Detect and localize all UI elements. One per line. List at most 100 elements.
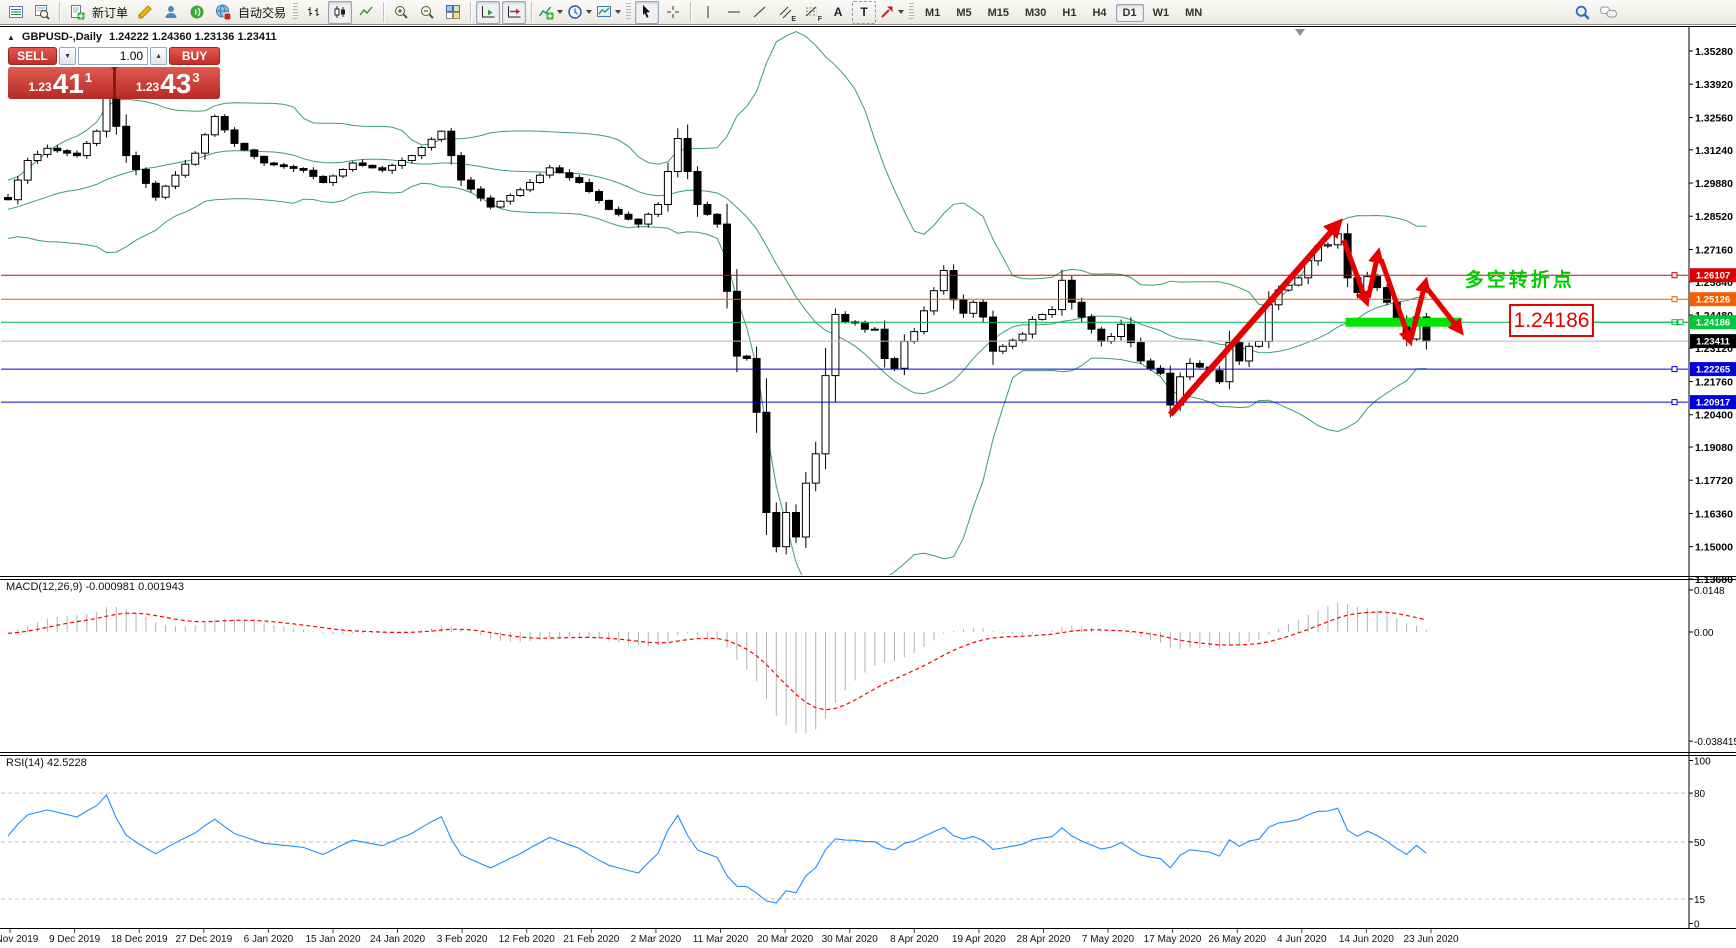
text-tool-button[interactable]: A <box>826 1 850 24</box>
candle <box>998 343 1007 354</box>
bollinger-middle-line <box>7 150 1427 395</box>
toolbar-grip <box>626 3 632 21</box>
indicators-icon <box>538 6 554 20</box>
metaeditor-button[interactable] <box>133 1 157 24</box>
chat-button[interactable] <box>1596 1 1620 24</box>
new-order-button[interactable] <box>65 1 89 24</box>
candle <box>1195 360 1204 369</box>
candle <box>240 142 249 152</box>
line-chart-icon <box>359 6 373 16</box>
x-axis-label: 21 Feb 2020 <box>563 934 620 945</box>
buy-button[interactable]: BUY <box>169 47 220 65</box>
x-axis-label: 27 Dec 2019 <box>175 934 232 945</box>
autotrading-label[interactable]: 自动交易 <box>238 4 286 21</box>
chevron-down-icon <box>557 10 564 14</box>
timeframe-button-D1[interactable]: D1 <box>1115 4 1144 22</box>
candlestick-chart-button[interactable] <box>328 0 353 24</box>
sell-button[interactable]: SELL <box>8 47 58 65</box>
candle <box>210 114 219 137</box>
templates-button[interactable] <box>595 1 622 24</box>
timeframe-button-M5[interactable]: M5 <box>949 4 978 22</box>
candle <box>92 129 101 147</box>
timeframe-button-H1[interactable]: H1 <box>1055 4 1083 22</box>
candle <box>811 441 820 492</box>
bar-chart-icon <box>308 7 320 16</box>
y-axis-tick-label: 1.29880 <box>1695 178 1733 190</box>
auto-scroll-button[interactable] <box>476 0 501 24</box>
volume-input[interactable] <box>78 47 149 65</box>
data-window-button[interactable] <box>30 1 54 24</box>
zoom-out-button[interactable] <box>415 1 439 24</box>
level-line-handle[interactable] <box>1671 296 1678 303</box>
candle <box>772 502 781 553</box>
crosshair-button[interactable] <box>661 1 685 24</box>
level-line-handle[interactable] <box>1671 399 1678 406</box>
equidistant-channel-button[interactable]: E <box>774 1 798 24</box>
timeframe-button-M30[interactable]: M30 <box>1018 4 1053 22</box>
candle <box>1008 338 1017 350</box>
arrows-tool-button[interactable] <box>878 1 905 24</box>
cursor-button[interactable] <box>635 0 660 24</box>
y-axis-tick-label: 1.17720 <box>1695 475 1733 487</box>
trendline-button[interactable] <box>748 1 772 24</box>
candle <box>732 269 741 373</box>
x-axis-label: 7 May 2020 <box>1082 934 1135 945</box>
rsi-line <box>7 794 1427 904</box>
new-order-label[interactable]: 新订单 <box>92 4 128 21</box>
arrow-shape-icon <box>881 6 893 18</box>
autotrading-button[interactable] <box>211 1 235 24</box>
callout-handle[interactable] <box>1677 319 1684 326</box>
level-line-handle[interactable] <box>1671 272 1678 279</box>
collapse-panel-icon[interactable]: ▲ <box>7 33 15 42</box>
toolbar-right-group <box>1569 1 1621 24</box>
timeframe-button-M15[interactable]: M15 <box>981 4 1016 22</box>
candle <box>141 167 150 188</box>
volume-decrease-button[interactable]: ▼ <box>59 47 77 65</box>
indicators-button[interactable] <box>537 1 564 24</box>
sell-price-display[interactable]: 1.23 41 1 <box>8 67 113 99</box>
chart-shift-marker[interactable] <box>1295 29 1305 36</box>
timeframe-button-H4[interactable]: H4 <box>1085 4 1113 22</box>
vertical-line-button[interactable] <box>696 1 720 24</box>
candle <box>417 146 426 160</box>
turning-point-annotation[interactable]: 多空转折点 <box>1465 268 1575 291</box>
search-button[interactable] <box>1570 1 1594 24</box>
candle <box>555 165 564 174</box>
candle <box>1107 332 1116 344</box>
zoom-in-button[interactable] <box>389 1 413 24</box>
candle <box>388 163 397 174</box>
candle <box>939 265 948 295</box>
toolbar-separator <box>690 2 692 22</box>
volume-increase-button[interactable]: ▲ <box>150 47 168 65</box>
timeframe-button-MN[interactable]: MN <box>1178 4 1209 22</box>
candle <box>13 175 22 205</box>
tile-windows-button[interactable] <box>441 1 465 24</box>
text-label-tool-button[interactable]: T <box>852 0 877 24</box>
community-user-button[interactable] <box>159 1 183 24</box>
trend-arrow-1[interactable] <box>1168 218 1343 417</box>
x-axis-label: 6 Jan 2020 <box>244 934 294 945</box>
level-line-handle[interactable] <box>1671 366 1678 373</box>
periods-button[interactable] <box>566 1 593 24</box>
candle <box>269 162 278 167</box>
bar-chart-button[interactable] <box>302 1 326 24</box>
chart-shift-button[interactable] <box>502 0 527 24</box>
metaeditor-icon <box>138 5 152 19</box>
candle <box>516 187 525 197</box>
horizontal-line-button[interactable] <box>722 1 746 24</box>
market-watch-button[interactable] <box>4 1 28 24</box>
timeframe-button-W1[interactable]: W1 <box>1146 4 1177 22</box>
x-axis-label: 17 May 2020 <box>1144 934 1202 945</box>
signals-button[interactable] <box>185 1 209 24</box>
chart-canvas[interactable]: 多空转折点 1.24186 1.35280 1.33920 1.32560 1.31240… <box>0 0 1736 948</box>
candle <box>63 149 72 157</box>
candle <box>33 150 42 164</box>
x-axis-label: 23 Jun 2020 <box>1403 934 1458 945</box>
fibonacci-button[interactable]: F <box>800 1 824 24</box>
line-chart-button[interactable] <box>354 1 378 24</box>
horizontal-line-icon <box>728 11 741 13</box>
toolbar-separator <box>59 2 60 22</box>
buy-price-display[interactable]: 1.23 43 3 <box>115 67 220 99</box>
x-axis-label: 9 Dec 2019 <box>49 934 101 945</box>
timeframe-button-M1[interactable]: M1 <box>918 4 947 22</box>
